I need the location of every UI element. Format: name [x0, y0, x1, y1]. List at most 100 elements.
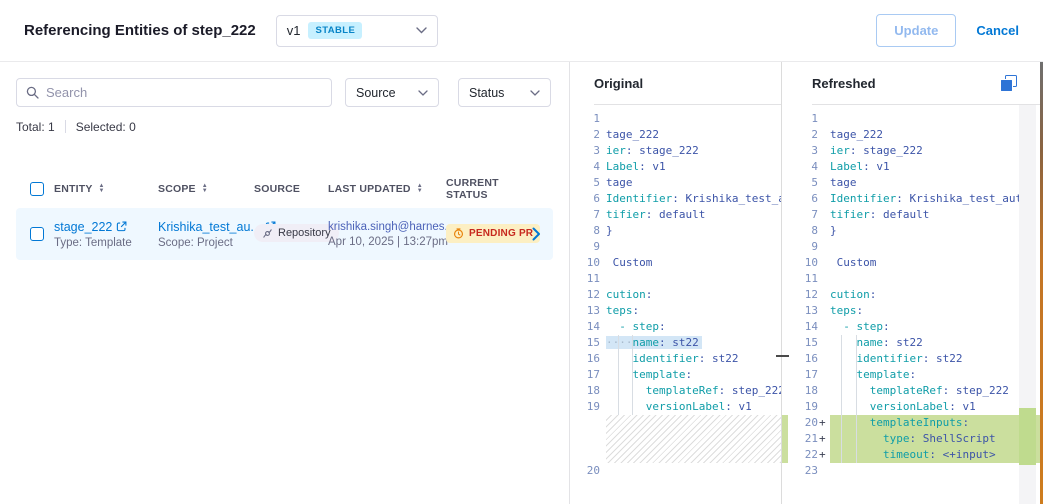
code-line: 11 — [570, 271, 781, 287]
original-code[interactable]: 12tage_2223ier: stage_2224Label: v15tage… — [570, 105, 781, 503]
update-button[interactable]: Update — [876, 14, 956, 47]
diff-refreshed-pane: Refreshed 12tage_2223ier: stage_2224Labe… — [782, 62, 1043, 504]
code-line: 2tage_222 — [782, 127, 1043, 143]
original-pane-header: Original — [570, 62, 781, 105]
entities-panel: Source Status Total: 1 Selected: 0 — [0, 62, 570, 504]
source-filter[interactable]: Source — [345, 78, 439, 107]
code-line: 15 name: st22 — [782, 335, 1043, 351]
code-line: 13teps: — [570, 303, 781, 319]
overview-added-marker — [1019, 408, 1036, 465]
chevron-right-icon[interactable] — [532, 227, 541, 241]
code-line: 11 — [782, 271, 1043, 287]
refreshed-code[interactable]: 12tage_2223ier: stage_2224Label: v15tage… — [782, 105, 1043, 503]
code-line: 20+ templateInputs: — [782, 415, 1043, 431]
code-line: 22+ timeout: <+input> — [782, 447, 1043, 463]
code-line: 5tage — [782, 175, 1043, 191]
code-line: 14 - step: — [782, 319, 1043, 335]
code-line: 19 versionLabel: v1 — [570, 399, 781, 415]
diff-viewer: Original 12tage_2223ier: stage_2224Label… — [570, 62, 1043, 504]
filters-row: Source Status — [16, 78, 553, 107]
code-line: 23 — [782, 463, 1043, 479]
source-badge: Repository — [254, 224, 339, 242]
selected-count: Selected: 0 — [76, 120, 136, 134]
code-line: 10 Custom — [570, 255, 781, 271]
indent-guide — [856, 335, 857, 463]
modal-body: Source Status Total: 1 Selected: 0 — [0, 62, 1043, 504]
code-line: 1 — [570, 111, 781, 127]
code-line: 19 versionLabel: v1 — [782, 399, 1043, 415]
code-line: 8} — [570, 223, 781, 239]
code-line: 14 - step: — [570, 319, 781, 335]
diff-sash-marker — [776, 355, 789, 357]
status-badge: PENDING PR — [446, 224, 540, 243]
totals-row: Total: 1 Selected: 0 — [16, 119, 553, 134]
select-all-checkbox[interactable] — [30, 182, 44, 196]
search-box — [16, 78, 332, 107]
code-line: 3ier: stage_222 — [570, 143, 781, 159]
overview-ruler[interactable] — [1019, 105, 1036, 504]
search-input[interactable] — [46, 85, 322, 100]
omitted-lines-hatch — [606, 415, 781, 463]
code-line: 18 templateRef: step_222 — [570, 383, 781, 399]
modal-header: Referencing Entities of step_222 v1 STAB… — [0, 0, 1043, 62]
column-entity[interactable]: ENTITY ▲▼ — [54, 183, 158, 195]
code-line: 3ier: stage_222 — [782, 143, 1043, 159]
refreshed-pane-header: Refreshed — [782, 62, 1043, 105]
code-line: 5tage — [570, 175, 781, 191]
totals-divider — [65, 120, 66, 133]
table-row[interactable]: stage_222 Type: Template Krishika_test_a… — [16, 208, 553, 260]
code-line: 13teps: — [782, 303, 1043, 319]
source-filter-label: Source — [356, 86, 396, 100]
copy-icon[interactable] — [1000, 75, 1017, 92]
code-line: 6Identifier: Krishika_test_aut — [782, 191, 1043, 207]
sort-arrows-icon: ▲▼ — [417, 184, 423, 194]
sort-arrows-icon: ▲▼ — [202, 184, 208, 194]
page-title: Referencing Entities of step_222 — [24, 22, 256, 39]
column-last-updated[interactable]: LAST UPDATED ▲▼ — [328, 183, 446, 195]
code-line: 7tifier: default — [570, 207, 781, 223]
code-line: 12cution: — [782, 287, 1043, 303]
code-line: 9 — [570, 239, 781, 255]
code-line: 16 identifier: st22 — [570, 351, 781, 367]
cancel-button[interactable]: Cancel — [976, 23, 1019, 38]
column-current-status: CURRENT STATUS — [446, 177, 532, 201]
code-line: 6Identifier: Krishika_test_aut — [570, 191, 781, 207]
search-icon — [26, 86, 39, 99]
scope-sub: Scope: Project — [158, 237, 254, 249]
updated-at: Apr 10, 2025 | 13:27pm — [328, 236, 446, 248]
referencing-entities-modal: Referencing Entities of step_222 v1 STAB… — [0, 0, 1043, 504]
indent-guide — [841, 335, 842, 463]
code-line: 4Label: v1 — [570, 159, 781, 175]
code-line: 16 identifier: st22 — [782, 351, 1043, 367]
code-line: 15····name: st22 — [570, 335, 781, 351]
git-repository-icon — [262, 228, 273, 239]
code-line: 18 templateRef: step_222 — [782, 383, 1043, 399]
row-checkbox[interactable] — [30, 227, 44, 241]
total-count: Total: 1 — [16, 120, 55, 134]
updated-by: krishika.singh@harnes... — [328, 221, 446, 233]
table-header: ENTITY ▲▼ SCOPE ▲▼ SOURCE LAST UPDATED ▲… — [16, 180, 553, 198]
diff-original-pane: Original 12tage_2223ier: stage_2224Label… — [570, 62, 782, 504]
scope-link[interactable]: Krishika_test_au... — [158, 220, 254, 234]
indent-guide — [618, 335, 619, 415]
entity-type: Type: Template — [54, 237, 158, 249]
code-line: 9 — [782, 239, 1043, 255]
code-line: 20 — [570, 463, 781, 479]
status-filter[interactable]: Status — [458, 78, 551, 107]
entity-link[interactable]: stage_222 — [54, 220, 158, 234]
column-scope[interactable]: SCOPE ▲▼ — [158, 183, 254, 195]
original-title: Original — [594, 76, 643, 91]
code-line: 10 Custom — [782, 255, 1043, 271]
refreshed-title: Refreshed — [812, 76, 876, 91]
code-line: 17 template: — [570, 367, 781, 383]
version-label: v1 — [287, 23, 301, 38]
code-line: 4Label: v1 — [782, 159, 1043, 175]
code-line: 2tage_222 — [570, 127, 781, 143]
code-line: 21+ type: ShellScript — [782, 431, 1043, 447]
status-filter-label: Status — [469, 86, 504, 100]
version-select[interactable]: v1 STABLE — [276, 15, 438, 47]
sort-arrows-icon: ▲▼ — [99, 184, 105, 194]
chevron-down-icon — [418, 90, 428, 96]
column-source: SOURCE — [254, 183, 328, 195]
code-line: 8} — [782, 223, 1043, 239]
